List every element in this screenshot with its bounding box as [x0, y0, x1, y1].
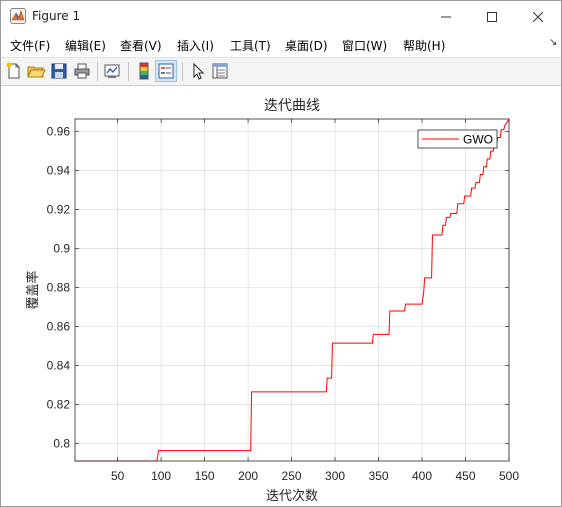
print-icon[interactable]	[72, 61, 92, 81]
toolbar-separator	[97, 62, 98, 81]
property-inspector-icon[interactable]	[210, 61, 230, 81]
y-tick-label: 0.86	[47, 320, 71, 334]
x-tick-label: 200	[238, 469, 258, 483]
y-tick-label: 0.9	[53, 242, 70, 256]
link-plot-icon[interactable]	[102, 61, 122, 81]
legend-icon[interactable]	[155, 60, 177, 82]
save-icon[interactable]	[49, 61, 69, 81]
x-tick-label: 150	[195, 469, 215, 483]
toolbar-separator	[128, 62, 129, 81]
menu-overflow-icon[interactable]: ↘	[549, 37, 557, 48]
title-bar[interactable]: Figure 1	[1, 1, 561, 32]
open-file-icon[interactable]	[26, 61, 46, 81]
x-axis-label: 迭代次数	[266, 488, 318, 503]
close-icon	[533, 11, 543, 22]
y-tick-label: 0.82	[47, 397, 71, 411]
x-tick-label: 400	[412, 469, 432, 483]
matlab-logo-icon	[10, 8, 26, 24]
y-tick-label: 0.84	[47, 359, 71, 373]
window-title: Figure 1	[32, 9, 81, 23]
y-tick-label: 0.88	[47, 281, 71, 295]
menu-bar: 文件(F) 编辑(E) 查看(V) 插入(I) 工具(T) 桌面(D) 窗口(W…	[1, 32, 561, 58]
x-tick-label: 350	[369, 469, 389, 483]
plot-svg: 迭代曲线 50 100 150 200 250 300 350 400 450 500 0.80.…	[25, 97, 519, 503]
figure-toolbar	[1, 58, 561, 86]
menu-tools[interactable]: 工具(T)	[230, 37, 271, 54]
y-tick-label: 0.8	[53, 436, 70, 450]
maximize-button[interactable]	[469, 1, 515, 32]
chart-title: 迭代曲线	[264, 97, 320, 113]
menu-help[interactable]: 帮助(H)	[403, 37, 445, 54]
y-tick-label: 0.92	[47, 203, 71, 217]
x-tick-label: 100	[151, 469, 171, 483]
menu-insert[interactable]: 插入(I)	[177, 37, 214, 54]
minimize-icon	[441, 16, 451, 17]
x-tick-label: 250	[282, 469, 302, 483]
figure-window: Figure 1 文件(F) 编辑(E) 查看(V) 插入(I) 工具(T) 桌…	[0, 0, 562, 507]
maximize-icon	[487, 11, 497, 22]
x-tick-label: 450	[455, 469, 475, 483]
y-tick-label: 0.96	[47, 125, 71, 139]
menu-desktop[interactable]: 桌面(D)	[285, 37, 328, 54]
menu-window[interactable]: 窗口(W)	[342, 37, 387, 54]
toolbar-separator	[182, 62, 183, 81]
menu-view[interactable]: 查看(V)	[120, 37, 162, 54]
close-button[interactable]	[515, 1, 561, 32]
legend[interactable]: GWO	[417, 129, 498, 149]
legend-label-gwo: GWO	[463, 133, 493, 147]
x-tick-label: 500	[499, 469, 519, 483]
figure-canvas[interactable]: 迭代曲线 50 100 150 200 250 300 350 400 450 500 0.8 0.…	[1, 86, 561, 506]
menu-edit[interactable]: 编辑(E)	[65, 37, 106, 54]
new-figure-icon[interactable]	[4, 61, 24, 81]
menu-file[interactable]: 文件(F)	[10, 37, 50, 54]
minimize-button[interactable]	[423, 1, 469, 32]
y-tick-label: 0.94	[47, 164, 71, 178]
y-tick-labels: 0.8 0.82 0.84 0.86 0.88 0.9 0.92 0.94 0.96	[47, 125, 71, 451]
y-axis-label: 覆盖率	[25, 270, 40, 309]
x-tick-labels: 50 100 150 200 250 300 350 400 450 500	[111, 469, 519, 483]
colorbar-icon[interactable]	[134, 61, 154, 81]
x-tick-label: 300	[325, 469, 345, 483]
x-tick-label: 50	[111, 469, 125, 483]
edit-plot-arrow-icon[interactable]	[188, 61, 208, 81]
